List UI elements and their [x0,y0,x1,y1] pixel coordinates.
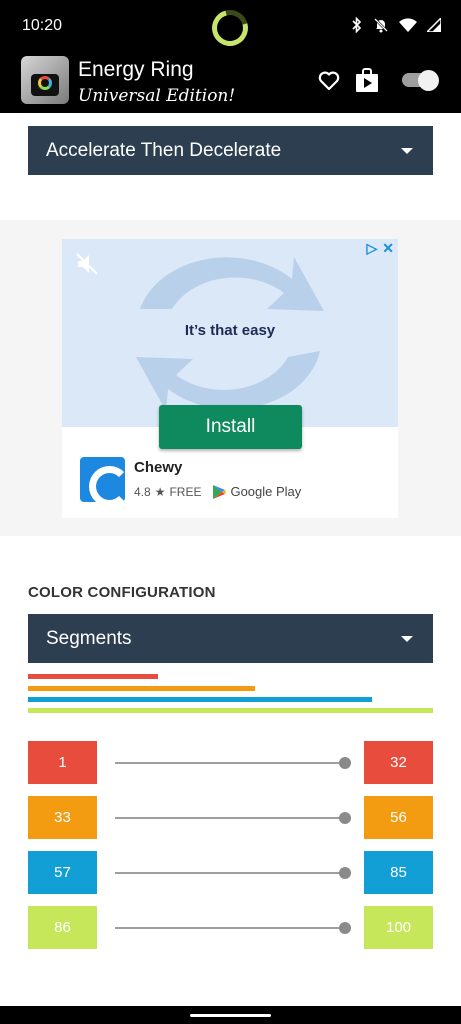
navigation-bar [0,1006,461,1024]
segment-slider-track[interactable] [115,762,345,764]
signal-icon [425,16,442,36]
store-label: Google Play [230,484,302,499]
notifications-off-icon [373,17,389,37]
chevron-down-icon [401,636,413,642]
theme-toggle[interactable] [402,70,439,91]
price-label: FREE [169,484,202,499]
segment-start-button[interactable]: 86 [28,906,97,949]
segment-slider-thumb[interactable] [339,867,351,879]
segment-bar [28,708,433,713]
segment-slider-track[interactable] [115,927,345,929]
animation-style-dropdown[interactable]: Accelerate Then Decelerate [28,126,433,175]
segment-row: 1 32 [28,741,433,784]
segment-bars [28,674,433,716]
star-icon: ★ [154,484,166,499]
wifi-icon [399,18,417,36]
mute-icon[interactable] [74,251,100,277]
segment-row: 57 85 [28,851,433,894]
status-icons [351,16,442,37]
segment-slider-thumb[interactable] [339,812,351,824]
status-bar: 10:20 [0,0,461,56]
segment-end-button[interactable]: 85 [364,851,433,894]
ad-headline: It’s that easy [184,322,276,339]
ad-banner[interactable]: It’s that easy [62,239,398,427]
ad-section: It’s that easy ▷ ✕ Install Chewy 4.8 ★ F… [0,220,461,536]
install-button[interactable]: Install [159,405,302,449]
advertiser-logo[interactable] [80,457,130,507]
segment-slider-track[interactable] [115,872,345,874]
store-icon[interactable] [355,67,379,93]
segment-end-button[interactable]: 56 [364,796,433,839]
color-configuration-heading: COLOR CONFIGURATION [28,584,216,601]
segment-bar [28,674,158,679]
segment-start-button[interactable]: 33 [28,796,97,839]
advertiser-name[interactable]: Chewy [134,459,182,476]
heart-icon[interactable] [317,68,341,92]
color-mode-dropdown[interactable]: Segments [28,614,433,663]
close-icon[interactable]: ✕ [382,240,394,257]
home-handle[interactable] [190,1014,271,1017]
status-time: 10:20 [22,17,63,34]
animation-style-value: Accelerate Then Decelerate [46,139,282,161]
segment-bar [28,697,373,702]
segment-slider-thumb[interactable] [339,922,351,934]
app-bar: Energy Ring Universal Edition! [0,56,461,113]
ad-meta: 4.8 ★ FREE Google Play [134,484,301,499]
segment-row: 33 56 [28,796,433,839]
app-title: Energy Ring [78,58,194,81]
segment-start-button[interactable]: 1 [28,741,97,784]
segment-end-button[interactable]: 32 [364,741,433,784]
segment-slider-track[interactable] [115,817,345,819]
app-subtitle: Universal Edition! [78,86,236,106]
segment-end-button[interactable]: 100 [364,906,433,949]
app-logo [21,56,69,104]
google-play-icon [213,484,227,499]
rating-value: 4.8 [134,484,151,499]
segment-row: 86 100 [28,906,433,949]
segment-bar [28,686,255,691]
energy-ring-indicator [205,3,255,53]
adchoices-icon[interactable]: ▷ [366,240,377,257]
segment-slider-thumb[interactable] [339,757,351,769]
color-mode-value: Segments [46,627,132,649]
bluetooth-icon [351,16,363,37]
adchoices[interactable]: ▷ ✕ [366,240,394,257]
segment-start-button[interactable]: 57 [28,851,97,894]
chevron-down-icon [401,148,413,154]
ad-card[interactable]: It’s that easy ▷ ✕ Install Chewy 4.8 ★ F… [62,239,398,518]
